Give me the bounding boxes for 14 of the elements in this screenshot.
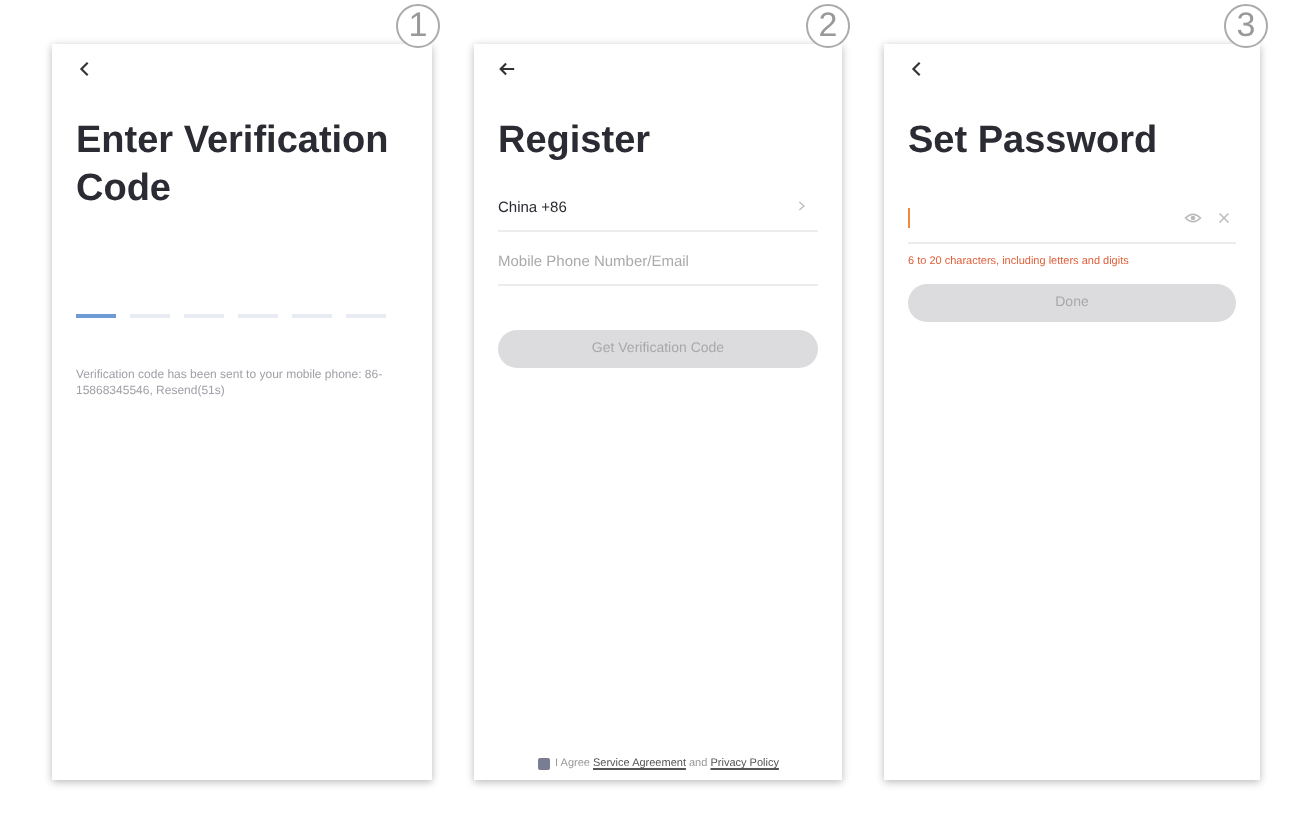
step-number: 2 — [806, 4, 850, 48]
screen-title: Enter Verification Code — [76, 118, 391, 214]
text-cursor — [908, 208, 910, 228]
chevron-right-icon — [798, 200, 806, 212]
agree-checkbox[interactable] — [537, 758, 550, 770]
step-number: 3 — [1224, 4, 1268, 48]
screen-title: Set Password — [908, 118, 1160, 166]
back-arrow-icon[interactable] — [498, 60, 516, 78]
step-number: 1 — [396, 4, 440, 48]
back-icon[interactable] — [908, 60, 926, 78]
clear-icon[interactable] — [1218, 212, 1230, 224]
screen-title: Register — [498, 118, 653, 166]
eye-icon[interactable] — [1184, 212, 1202, 224]
back-icon[interactable] — [76, 60, 94, 78]
